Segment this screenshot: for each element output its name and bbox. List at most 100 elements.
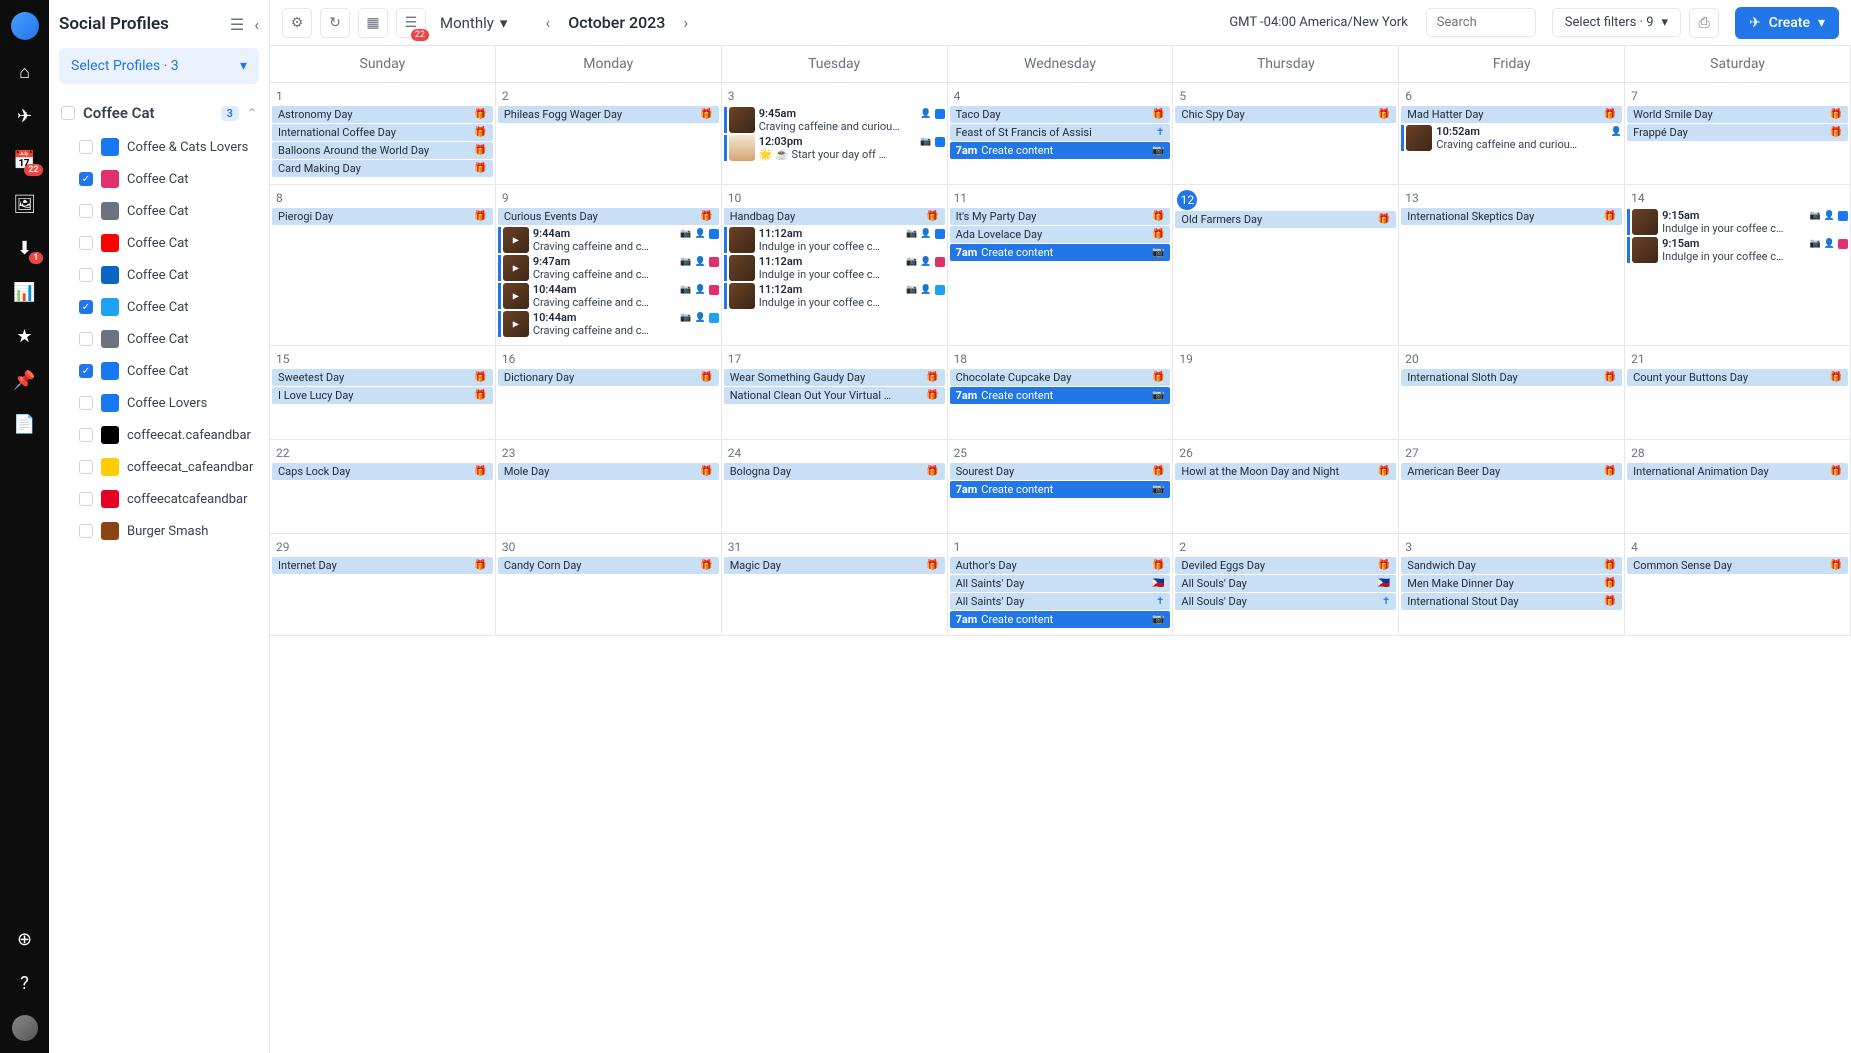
scheduled-post[interactable]: 11:12am📷👤Indulge in your coffee c… bbox=[724, 255, 945, 281]
group-checkbox[interactable] bbox=[61, 106, 75, 120]
calendar-cell[interactable]: 8Pierogi Day🎁 bbox=[270, 185, 496, 346]
profile-row[interactable]: coffeecatcafeandbar bbox=[59, 484, 259, 514]
profile-row[interactable]: Burger Smash bbox=[59, 516, 259, 546]
calendar-cell[interactable]: 27American Beer Day🎁 bbox=[1399, 440, 1625, 534]
app-logo[interactable] bbox=[11, 12, 39, 40]
scheduled-post[interactable]: 9:47am📷👤Craving caffeine and c… bbox=[498, 255, 719, 281]
holiday-pill[interactable]: Sandwich Day🎁 bbox=[1401, 557, 1622, 574]
scheduled-post[interactable]: 12:03pm📷🌟 ☕ Start your day off … bbox=[724, 135, 945, 161]
holiday-pill[interactable]: Sweetest Day🎁 bbox=[272, 369, 493, 386]
collapse-icon[interactable]: ‹ bbox=[254, 15, 259, 34]
holiday-pill[interactable]: Common Sense Day🎁 bbox=[1627, 557, 1848, 574]
profile-row[interactable]: ✓Coffee Cat bbox=[59, 356, 259, 386]
calendar-cell[interactable]: 11It's My Party Day🎁Ada Lovelace Day🎁7am… bbox=[948, 185, 1174, 346]
list-view-icon[interactable]: ☰22 bbox=[396, 8, 426, 38]
view-dropdown[interactable]: Monthly▾ bbox=[434, 14, 513, 32]
analytics-icon[interactable]: 📊 bbox=[13, 280, 37, 304]
report-icon[interactable]: 📄 bbox=[13, 412, 37, 436]
holiday-pill[interactable]: All Saints' Day🇵🇭 bbox=[950, 575, 1171, 592]
calendar-cell[interactable]: 6Mad Hatter Day🎁10:52am👤Craving caffeine… bbox=[1399, 83, 1625, 185]
create-content-pill[interactable]: 7amCreate content📷 bbox=[950, 387, 1171, 404]
calendar-cell[interactable]: 18Chocolate Cupcake Day🎁7amCreate conten… bbox=[948, 346, 1174, 440]
calendar-cell[interactable]: 149:15am📷👤Indulge in your coffee c…9:15a… bbox=[1625, 185, 1851, 346]
profile-row[interactable]: ✓Coffee Cat bbox=[59, 292, 259, 322]
profile-checkbox[interactable] bbox=[79, 460, 93, 474]
profile-checkbox[interactable] bbox=[79, 204, 93, 218]
calendar-cell[interactable]: 29Internet Day🎁 bbox=[270, 534, 496, 636]
profile-row[interactable]: Coffee Cat bbox=[59, 228, 259, 258]
profile-row[interactable]: Coffee & Cats Lovers bbox=[59, 132, 259, 162]
scheduled-post[interactable]: 9:45am👤Craving caffeine and curiou… bbox=[724, 107, 945, 133]
scheduled-post[interactable]: 11:12am📷👤Indulge in your coffee c… bbox=[724, 283, 945, 309]
profile-checkbox[interactable] bbox=[79, 396, 93, 410]
profile-row[interactable]: coffeecat.cafeandbar bbox=[59, 420, 259, 450]
calendar-cell[interactable]: 21Count your Buttons Day🎁 bbox=[1625, 346, 1851, 440]
next-month-icon[interactable]: › bbox=[679, 9, 692, 36]
holiday-pill[interactable]: Chocolate Cupcake Day🎁 bbox=[950, 369, 1171, 386]
holiday-pill[interactable]: International Coffee Day🎁 bbox=[272, 124, 493, 141]
holiday-pill[interactable]: National Clean Out Your Virtual …🎁 bbox=[724, 387, 945, 404]
calendar-cell[interactable]: 30Candy Corn Day🎁 bbox=[496, 534, 722, 636]
holiday-pill[interactable]: I Love Lucy Day🎁 bbox=[272, 387, 493, 404]
holiday-pill[interactable]: Dictionary Day🎁 bbox=[498, 369, 719, 386]
calendar-cell[interactable]: 24Bologna Day🎁 bbox=[722, 440, 948, 534]
holiday-pill[interactable]: International Stout Day🎁 bbox=[1401, 593, 1622, 610]
holiday-pill[interactable]: Astronomy Day🎁 bbox=[272, 106, 493, 123]
profile-checkbox[interactable] bbox=[79, 268, 93, 282]
holiday-pill[interactable]: Phileas Fogg Wager Day🎁 bbox=[498, 106, 719, 123]
holiday-pill[interactable]: Caps Lock Day🎁 bbox=[272, 463, 493, 480]
holiday-pill[interactable]: Mole Day🎁 bbox=[498, 463, 719, 480]
calendar-cell[interactable]: 20International Sloth Day🎁 bbox=[1399, 346, 1625, 440]
export-icon[interactable]: ⎙ bbox=[1689, 8, 1719, 38]
scheduled-post[interactable]: 10:44am📷👤Craving caffeine and c… bbox=[498, 283, 719, 309]
calendar-cell[interactable]: 1Astronomy Day🎁International Coffee Day🎁… bbox=[270, 83, 496, 185]
star-icon[interactable]: ★ bbox=[13, 324, 37, 348]
user-avatar[interactable] bbox=[12, 1015, 38, 1041]
calendar-cell[interactable]: 31Magic Day🎁 bbox=[722, 534, 948, 636]
refresh-icon[interactable]: ↻ bbox=[320, 8, 350, 38]
pin-icon[interactable]: 📌 bbox=[13, 368, 37, 392]
calendar-cell[interactable]: 3Sandwich Day🎁Men Make Dinner Day🎁Intern… bbox=[1399, 534, 1625, 636]
settings-icon[interactable]: ⚙ bbox=[282, 8, 312, 38]
create-content-pill[interactable]: 7amCreate content📷 bbox=[950, 611, 1171, 628]
holiday-pill[interactable]: Author's Day🎁 bbox=[950, 557, 1171, 574]
profile-checkbox[interactable]: ✓ bbox=[79, 172, 93, 186]
holiday-pill[interactable]: Candy Corn Day🎁 bbox=[498, 557, 719, 574]
scheduled-post[interactable]: 10:52am👤Craving caffeine and curiou… bbox=[1401, 125, 1622, 151]
holiday-pill[interactable]: Howl at the Moon Day and Night🎁 bbox=[1175, 463, 1396, 480]
filter-icon[interactable]: ☰ bbox=[230, 15, 244, 34]
calendar-cell[interactable]: 28International Animation Day🎁 bbox=[1625, 440, 1851, 534]
profile-row[interactable]: ✓Coffee Cat bbox=[59, 164, 259, 194]
help-icon[interactable]: ? bbox=[13, 971, 37, 995]
holiday-pill[interactable]: It's My Party Day🎁 bbox=[950, 208, 1171, 225]
holiday-pill[interactable]: All Souls' Day✝ bbox=[1175, 593, 1396, 610]
scheduled-post[interactable]: 11:12am📷👤Indulge in your coffee c… bbox=[724, 227, 945, 253]
calendar-cell[interactable]: 12Old Farmers Day🎁 bbox=[1173, 185, 1399, 346]
profile-checkbox[interactable] bbox=[79, 492, 93, 506]
holiday-pill[interactable]: International Animation Day🎁 bbox=[1627, 463, 1848, 480]
calendar-icon[interactable]: 📅22 bbox=[13, 148, 37, 172]
calendar-cell[interactable]: 1Author's Day🎁All Saints' Day🇵🇭All Saint… bbox=[948, 534, 1174, 636]
profile-checkbox[interactable] bbox=[79, 524, 93, 538]
holiday-pill[interactable]: American Beer Day🎁 bbox=[1401, 463, 1622, 480]
holiday-pill[interactable]: Deviled Eggs Day🎁 bbox=[1175, 557, 1396, 574]
calendar-cell[interactable]: 10Handbag Day🎁11:12am📷👤Indulge in your c… bbox=[722, 185, 948, 346]
calendar-cell[interactable]: 17Wear Something Gaudy Day🎁National Clea… bbox=[722, 346, 948, 440]
profile-checkbox[interactable] bbox=[79, 332, 93, 346]
holiday-pill[interactable]: Old Farmers Day🎁 bbox=[1175, 211, 1396, 228]
holiday-pill[interactable]: Pierogi Day🎁 bbox=[272, 208, 493, 225]
profile-row[interactable]: Coffee Cat bbox=[59, 324, 259, 354]
calendar-cell[interactable]: 15Sweetest Day🎁I Love Lucy Day🎁 bbox=[270, 346, 496, 440]
holiday-pill[interactable]: Feast of St Francis of Assisi✝ bbox=[950, 124, 1171, 141]
calendar-cell[interactable]: 39:45am👤Craving caffeine and curiou…12:0… bbox=[722, 83, 948, 185]
holiday-pill[interactable]: International Sloth Day🎁 bbox=[1401, 369, 1622, 386]
calendar-cell[interactable]: 26Howl at the Moon Day and Night🎁 bbox=[1173, 440, 1399, 534]
holiday-pill[interactable]: Curious Events Day🎁 bbox=[498, 208, 719, 225]
calendar-cell[interactable]: 4Common Sense Day🎁 bbox=[1625, 534, 1851, 636]
calendar-cell[interactable]: 22Caps Lock Day🎁 bbox=[270, 440, 496, 534]
calendar-cell[interactable]: 25Sourest Day🎁7amCreate content📷 bbox=[948, 440, 1174, 534]
holiday-pill[interactable]: All Saints' Day✝ bbox=[950, 593, 1171, 610]
calendar-cell[interactable]: 2Phileas Fogg Wager Day🎁 bbox=[496, 83, 722, 185]
scheduled-post[interactable]: 9:15am📷👤Indulge in your coffee c… bbox=[1627, 237, 1848, 263]
holiday-pill[interactable]: Men Make Dinner Day🎁 bbox=[1401, 575, 1622, 592]
